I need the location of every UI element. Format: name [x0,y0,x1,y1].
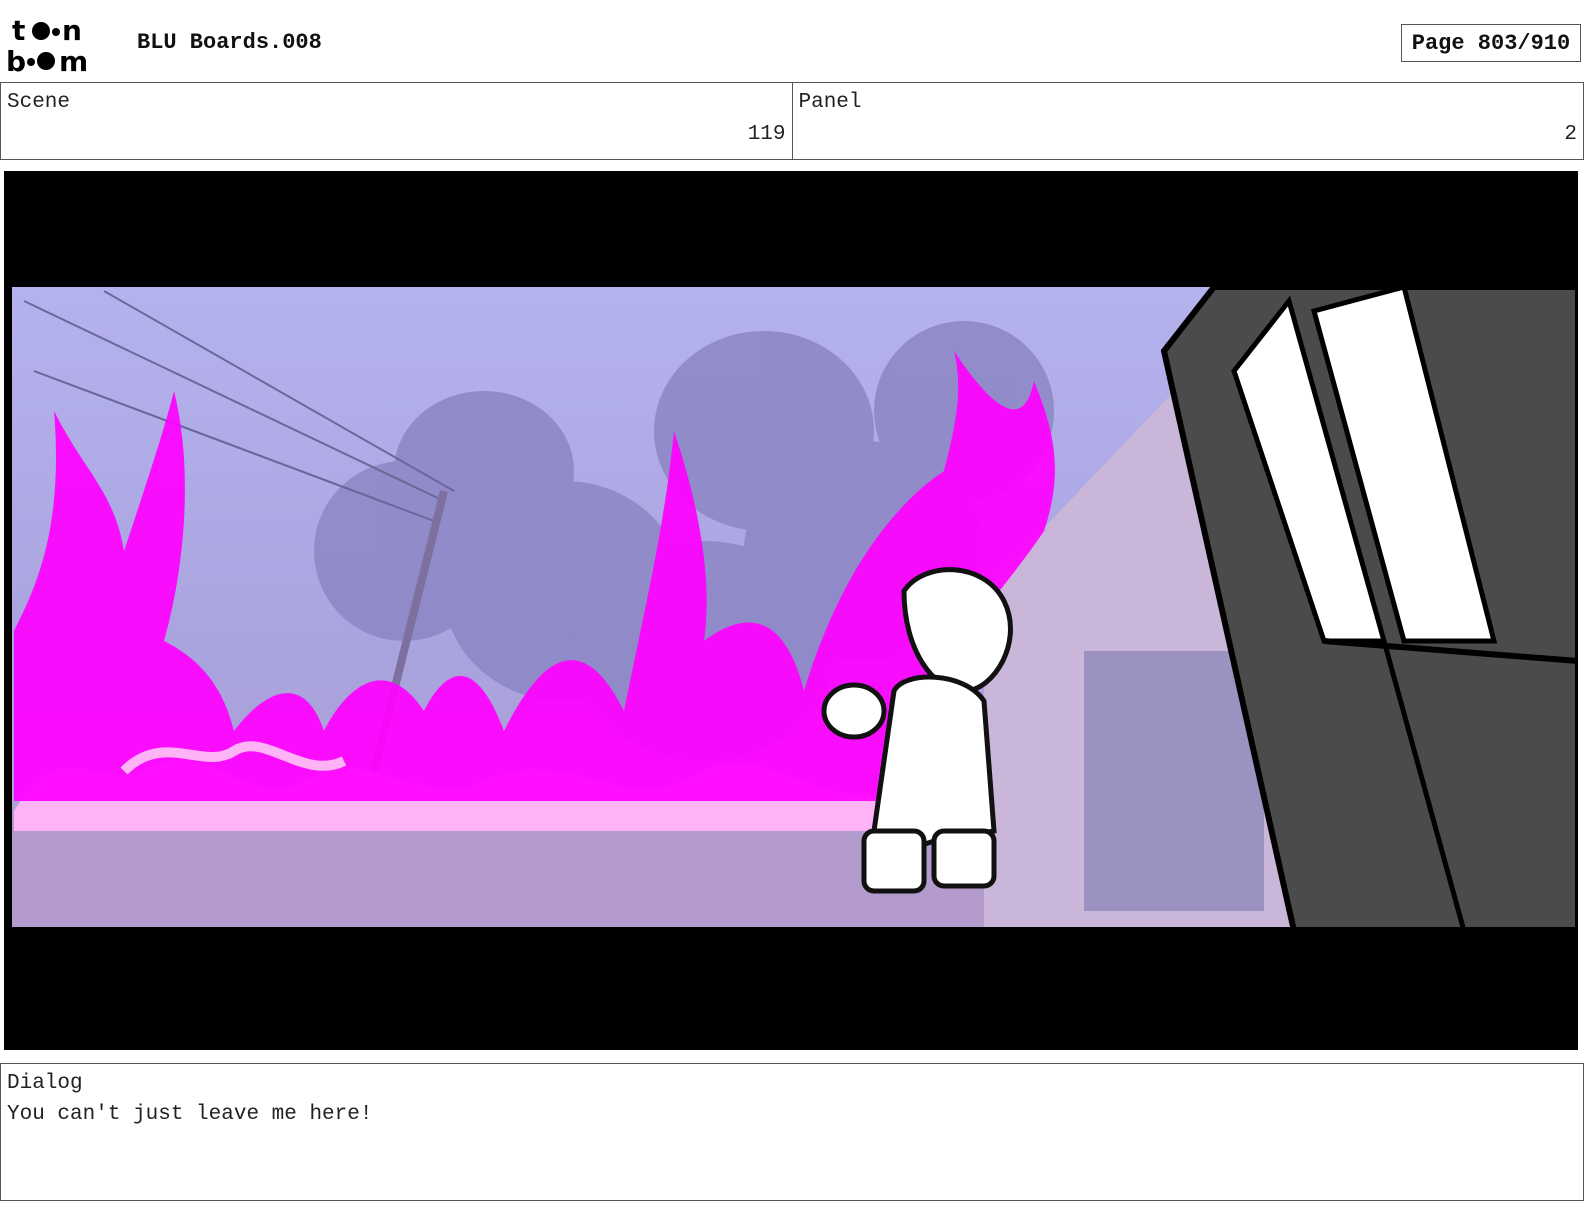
svg-text:m: m [59,45,88,76]
storyboard-panel-image [4,171,1578,1050]
svg-text:b: b [6,45,26,76]
dialog-box: Dialog You can't just leave me here! [0,1063,1584,1201]
toon-boom-logo: t n b m [6,14,88,76]
page-indicator: Page 803/910 [1401,24,1581,62]
panel-number: 2 [1564,123,1577,146]
scene-label: Scene [7,91,71,114]
document-title: BLU Boards.008 [137,30,322,55]
svg-text:t: t [12,14,25,47]
panel-label: Panel [798,91,862,114]
dialog-text: You can't just leave me here! [7,1103,373,1126]
dialog-label: Dialog [7,1072,83,1095]
panel-cell: Panel 2 [791,83,1584,159]
scene-panel-row: Scene 119 Panel 2 [0,82,1584,160]
svg-text:n: n [62,14,82,47]
scene-number: 119 [747,123,786,146]
scene-cell: Scene 119 [1,83,792,159]
